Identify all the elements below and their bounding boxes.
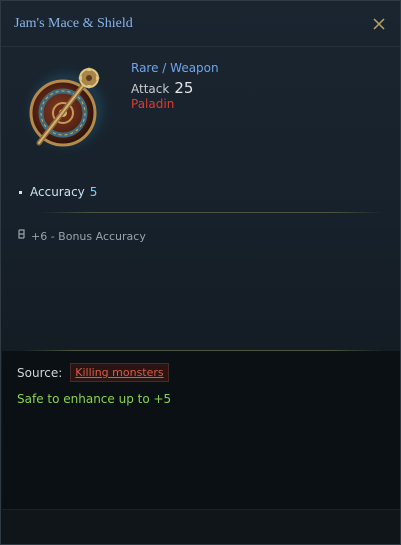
source-label: Source: bbox=[17, 365, 63, 380]
source-row: Source: Killing monsters bbox=[17, 363, 169, 382]
bullet-icon bbox=[19, 190, 22, 194]
attack-value: 25 bbox=[174, 79, 194, 97]
bonus-stat-text: +6 - Bonus Accuracy bbox=[31, 229, 146, 243]
attack-label: Attack bbox=[131, 82, 170, 96]
enhance-info: Safe to enhance up to +5 bbox=[17, 392, 172, 406]
attack-stat: Attack 25 bbox=[131, 79, 193, 97]
primary-stat-row: Accuracy 5 bbox=[19, 185, 97, 199]
bonus-stat-row: +6 - Bonus Accuracy bbox=[18, 229, 146, 243]
bonus-rune-icon bbox=[18, 229, 26, 243]
primary-stat-label: Accuracy bbox=[30, 185, 85, 199]
class-requirement: Paladin bbox=[131, 97, 175, 111]
item-title: Jam's Mace & Shield bbox=[14, 16, 133, 31]
source-link[interactable]: Killing monsters bbox=[70, 363, 169, 382]
mace-and-shield-icon bbox=[17, 59, 117, 159]
primary-stat-value: 5 bbox=[89, 185, 98, 199]
tooltip-titlebar: Jam's Mace & Shield bbox=[1, 1, 400, 47]
close-icon[interactable] bbox=[372, 16, 386, 30]
stats-divider bbox=[41, 212, 383, 213]
item-rarity-type: Rare / Weapon bbox=[131, 61, 219, 75]
tooltip-bottom-strip bbox=[2, 509, 400, 544]
item-tooltip: Jam's Mace & Shield Rare / Weapon Attack… bbox=[0, 0, 401, 545]
